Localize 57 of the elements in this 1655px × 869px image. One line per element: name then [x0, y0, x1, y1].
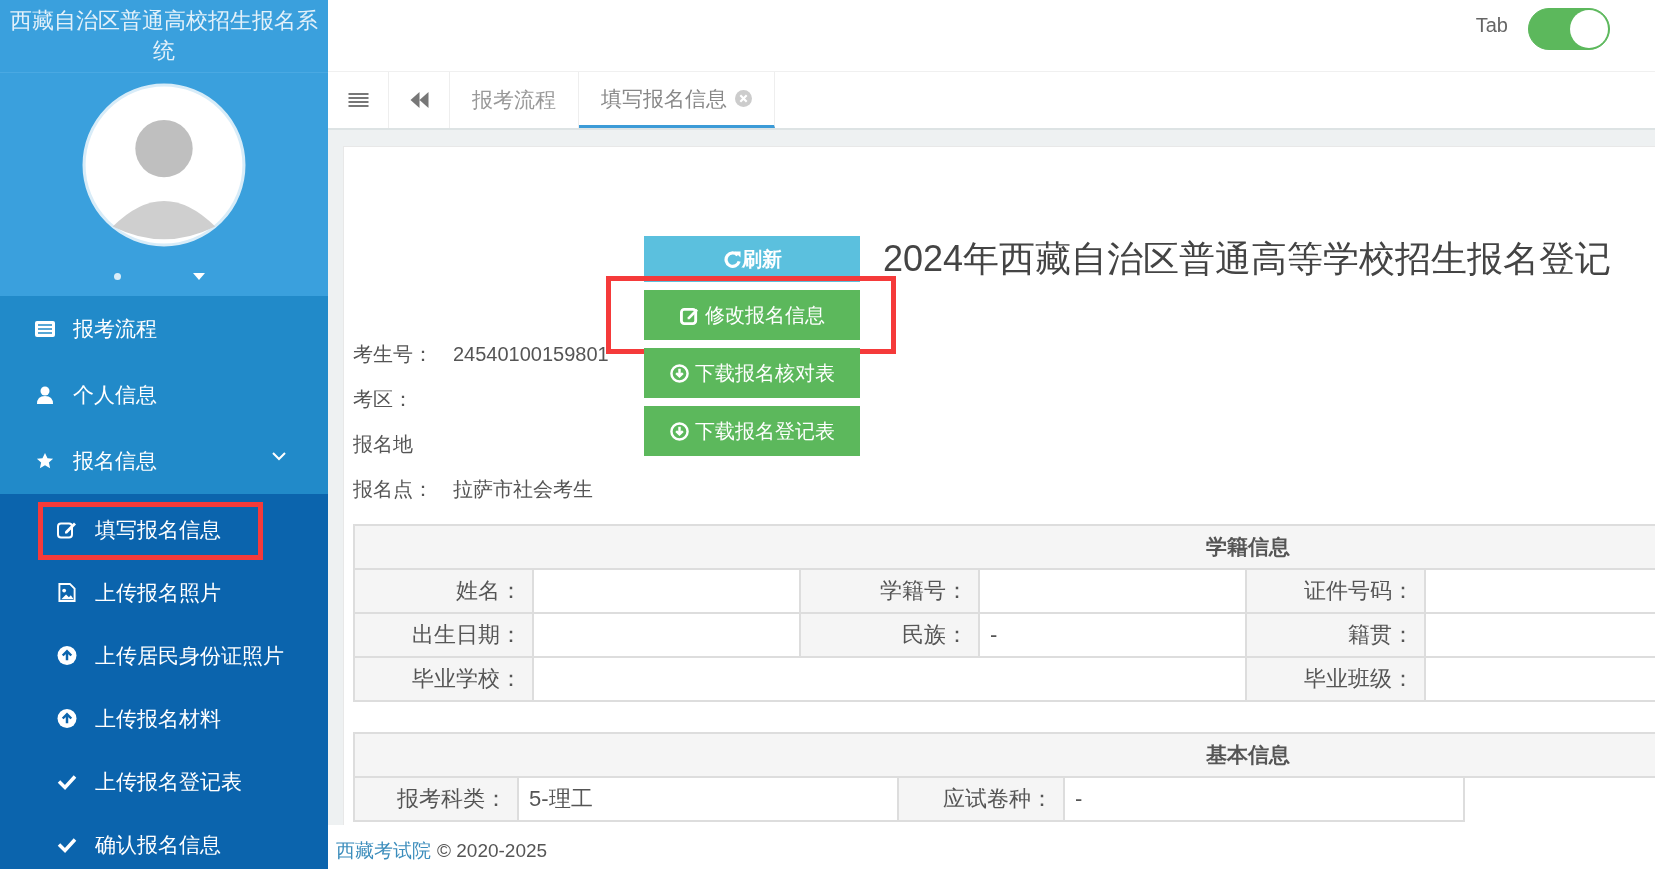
field-label: 学籍号： — [800, 569, 979, 613]
upload-icon — [57, 709, 77, 728]
tab-toggle-switch[interactable] — [1528, 8, 1610, 50]
info-value: 拉萨市社会考生 — [453, 477, 593, 502]
menu-icon[interactable] — [347, 92, 369, 108]
submenu-item[interactable]: 上传报名登记表 — [0, 750, 328, 813]
info-label: 报名地 — [353, 432, 413, 457]
action-button[interactable]: 修改报名信息 — [644, 290, 860, 340]
page-tab[interactable]: 填写报名信息 — [579, 72, 775, 128]
user-dropdown-caret-icon[interactable] — [192, 273, 205, 280]
info-label: 考区： — [353, 387, 413, 412]
field-label: 毕业班级： — [1246, 657, 1425, 701]
field-value: - — [1064, 777, 1464, 821]
edit-icon — [57, 520, 77, 539]
menu-item[interactable]: 个人信息 — [0, 362, 328, 428]
list-icon — [35, 320, 55, 338]
close-icon[interactable] — [735, 90, 752, 107]
system-title: 西藏自治区普通高校招生报名系统 — [9, 7, 319, 65]
field-label: 籍贯： — [1246, 613, 1425, 657]
page-tab[interactable]: 报考流程 — [450, 72, 579, 128]
info-label: 报名点： — [353, 477, 433, 502]
field-label: 姓名： — [354, 569, 533, 613]
star-icon — [35, 452, 55, 470]
info-value: 24540100159801 — [453, 343, 609, 366]
section-header: 基本信息 — [354, 733, 1655, 777]
field-label: 应试卷种： — [898, 777, 1064, 821]
edit-icon — [679, 305, 699, 325]
info-label: 考生号： — [353, 342, 433, 367]
menu-item[interactable]: 报名信息 — [0, 428, 328, 494]
copyright-text: © 2020-2025 — [437, 839, 548, 862]
status-dot-icon — [113, 273, 121, 280]
download-icon — [669, 363, 689, 383]
field-label: 证件号码： — [1246, 569, 1425, 613]
toggle-label: Tab — [1475, 14, 1508, 37]
footer-link[interactable]: 西藏考试院 — [336, 837, 431, 864]
field-label: 出生日期： — [354, 613, 533, 657]
action-button[interactable]: 下载报名登记表 — [644, 406, 860, 456]
form-title: 2024年西藏自治区普通高等学校招生报名登记 — [882, 237, 1611, 281]
action-button[interactable]: 下载报名核对表 — [644, 348, 860, 398]
submenu-item[interactable]: 上传居民身份证照片 — [0, 624, 328, 687]
user-icon — [35, 386, 55, 404]
double-left-arrow-icon[interactable] — [408, 92, 430, 108]
menu-item[interactable]: 报考流程 — [0, 296, 328, 362]
field-label: 报考科类： — [354, 777, 518, 821]
image-file-icon — [57, 583, 77, 602]
refresh-icon — [722, 249, 742, 269]
submenu-item[interactable]: 上传报名照片 — [0, 561, 328, 624]
download-icon — [669, 421, 689, 441]
field-value: 5-理工 — [518, 777, 898, 821]
field-label: 民族： — [800, 613, 979, 657]
section-header: 学籍信息 — [354, 525, 1655, 569]
submenu-item[interactable]: 上传报名材料 — [0, 687, 328, 750]
submenu-item[interactable]: 确认报名信息 — [0, 813, 328, 869]
field-value: - — [979, 613, 1246, 657]
upload-icon — [57, 646, 77, 665]
field-label: 毕业学校： — [354, 657, 533, 701]
submenu-item[interactable]: 填写报名信息 — [0, 498, 328, 561]
